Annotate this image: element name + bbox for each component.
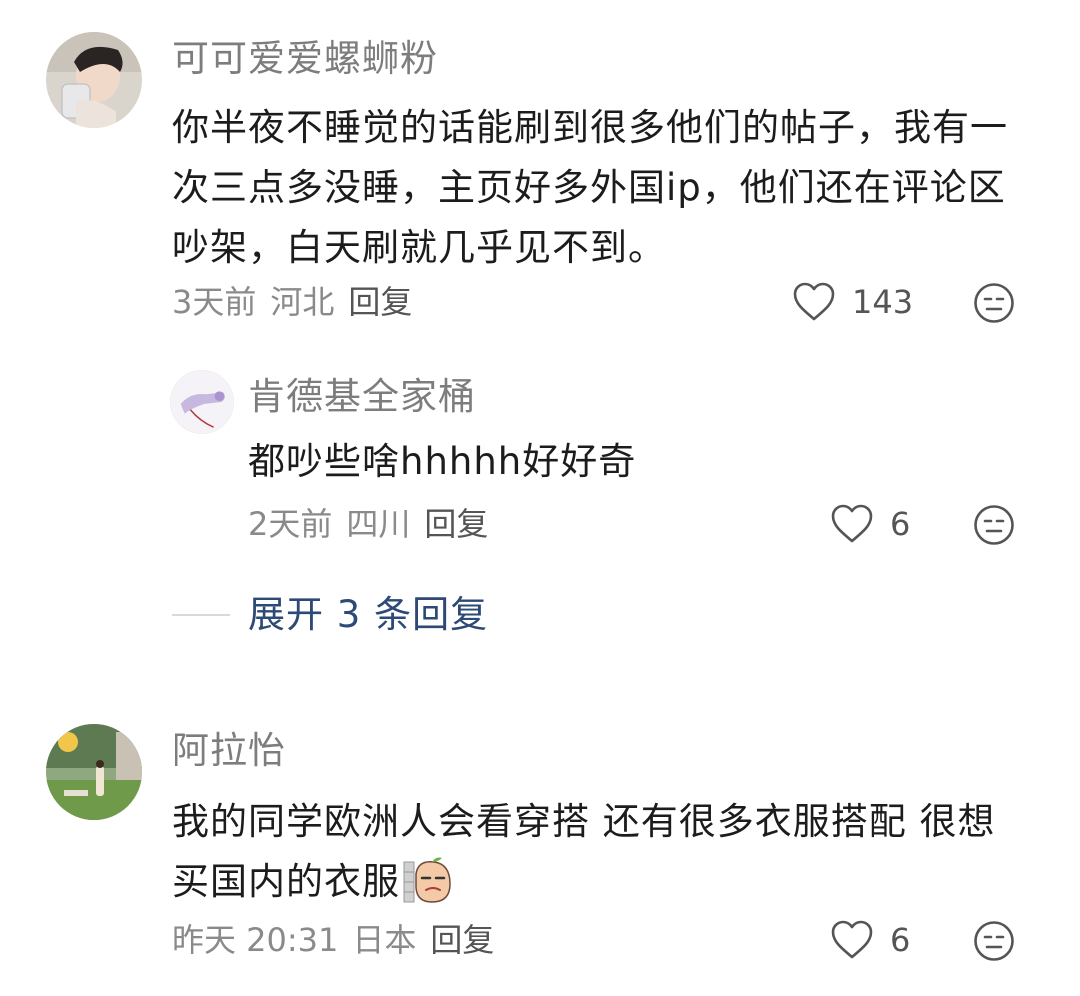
- timestamp: 2天前: [248, 505, 333, 543]
- dislike-face-icon[interactable]: [973, 504, 1015, 546]
- username[interactable]: 阿拉怡: [172, 732, 286, 769]
- dislike-face-icon[interactable]: [973, 282, 1015, 324]
- like-count: 6: [890, 505, 911, 543]
- reply-button[interactable]: 回复: [424, 508, 488, 540]
- like-button[interactable]: 6: [830, 920, 910, 960]
- reply-button[interactable]: 回复: [430, 924, 494, 956]
- like-count: 143: [852, 283, 914, 321]
- comment-meta: 昨天 20:31 日本 回复: [172, 924, 494, 956]
- username[interactable]: 可可爱爱螺蛳粉: [172, 40, 438, 77]
- location: 日本: [352, 921, 417, 959]
- location: 四川: [346, 505, 411, 543]
- avatar[interactable]: [46, 724, 142, 820]
- username[interactable]: 肯德基全家桶: [248, 378, 476, 415]
- sly-potato-emoji-icon: [403, 857, 451, 903]
- timestamp: 3天前: [172, 283, 257, 321]
- like-count: 6: [890, 921, 911, 959]
- timestamp: 昨天 20:31: [172, 921, 339, 959]
- comment-text-content: 我的同学欧洲人会看穿搭 还有很多衣服搭配 很想买国内的衣服: [172, 800, 996, 903]
- person-avatar-icon: [46, 32, 142, 128]
- like-button[interactable]: 6: [830, 504, 910, 544]
- reply-button[interactable]: 回复: [348, 286, 412, 318]
- dislike-face-icon[interactable]: [973, 920, 1015, 962]
- expand-replies-button[interactable]: 展开 3 条回复: [172, 596, 488, 633]
- comment-text: 都吵些啥hhhhh好好奇: [248, 440, 637, 483]
- comment-text: 我的同学欧洲人会看穿搭 还有很多衣服搭配 很想买国内的衣服: [172, 792, 1032, 912]
- avatar[interactable]: [46, 32, 142, 128]
- heart-icon: [831, 504, 873, 543]
- avatar[interactable]: [170, 370, 234, 434]
- like-button[interactable]: 143: [792, 282, 913, 322]
- expand-replies-label: 展开 3 条回复: [248, 593, 489, 636]
- comment-meta: 2天前 四川 回复: [248, 508, 488, 540]
- comment-text: 你半夜不睡觉的话能刷到很多他们的帖子，我有一次三点多没睡，主页好多外国ip，他们…: [172, 106, 1008, 269]
- garden-avatar-icon: [46, 724, 142, 820]
- comment-meta: 3天前 河北 回复: [172, 286, 412, 318]
- divider: [172, 613, 230, 616]
- heart-icon: [831, 920, 873, 959]
- heart-icon: [793, 282, 835, 321]
- sketch-avatar-icon: [171, 371, 233, 433]
- location: 河北: [270, 283, 335, 321]
